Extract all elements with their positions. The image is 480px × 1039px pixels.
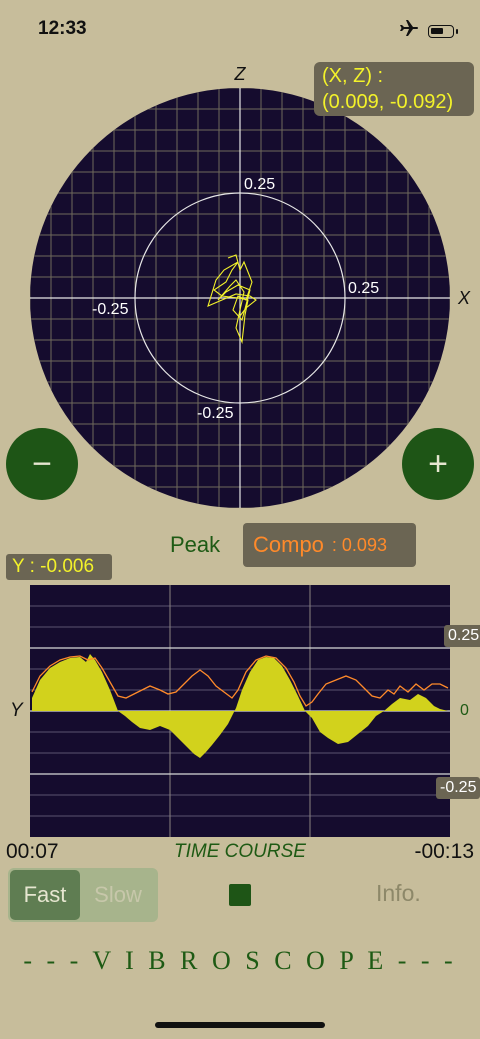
stop-button[interactable] <box>229 884 251 906</box>
timecourse-title: TIME COURSE <box>174 841 306 862</box>
fast-button[interactable]: Fast <box>10 870 80 920</box>
tick-z-positive: 0.25 <box>244 176 275 193</box>
timecourse-plot <box>30 585 450 837</box>
compo-label: Compo <box>253 532 324 557</box>
xz-readout-label: (X, Z) : <box>322 65 384 87</box>
plus-icon: + <box>428 444 448 483</box>
tick-x-negative: -0.25 <box>92 301 129 318</box>
axis-y-label: Y <box>10 700 23 721</box>
speed-segmented-control: Fast Slow <box>8 868 158 922</box>
y-readout: Y : -0.006 <box>6 554 112 580</box>
tick-y-zero: 0 <box>460 702 469 719</box>
info-button[interactable]: Info. <box>376 880 421 907</box>
tick-y-negative: -0.25 <box>436 777 480 799</box>
minus-icon: − <box>32 444 52 483</box>
app-brand: - - - V I B R O S C O P E - - - <box>23 946 457 975</box>
zoom-in-button[interactable]: + <box>402 428 474 500</box>
zoom-out-button[interactable]: − <box>6 428 78 500</box>
slow-button[interactable]: Slow <box>80 870 156 920</box>
tick-y-positive: 0.25 <box>444 625 480 647</box>
xz-readout-value: (0.009, -0.092) <box>322 91 454 113</box>
tick-x-positive: 0.25 <box>348 280 379 297</box>
time-end: -00:13 <box>414 840 474 863</box>
time-start: 00:07 <box>6 840 59 863</box>
tick-z-negative: -0.25 <box>197 405 234 422</box>
peak-label: Peak <box>170 532 221 557</box>
axis-z-label: Z <box>234 64 247 84</box>
compo-value: : 0.093 <box>331 534 387 555</box>
compo-button[interactable]: Compo : 0.093 <box>243 523 416 567</box>
home-indicator[interactable] <box>155 1022 325 1028</box>
axis-x-label: X <box>457 288 471 308</box>
xz-readout: (X, Z) : (0.009, -0.092) <box>314 62 474 116</box>
